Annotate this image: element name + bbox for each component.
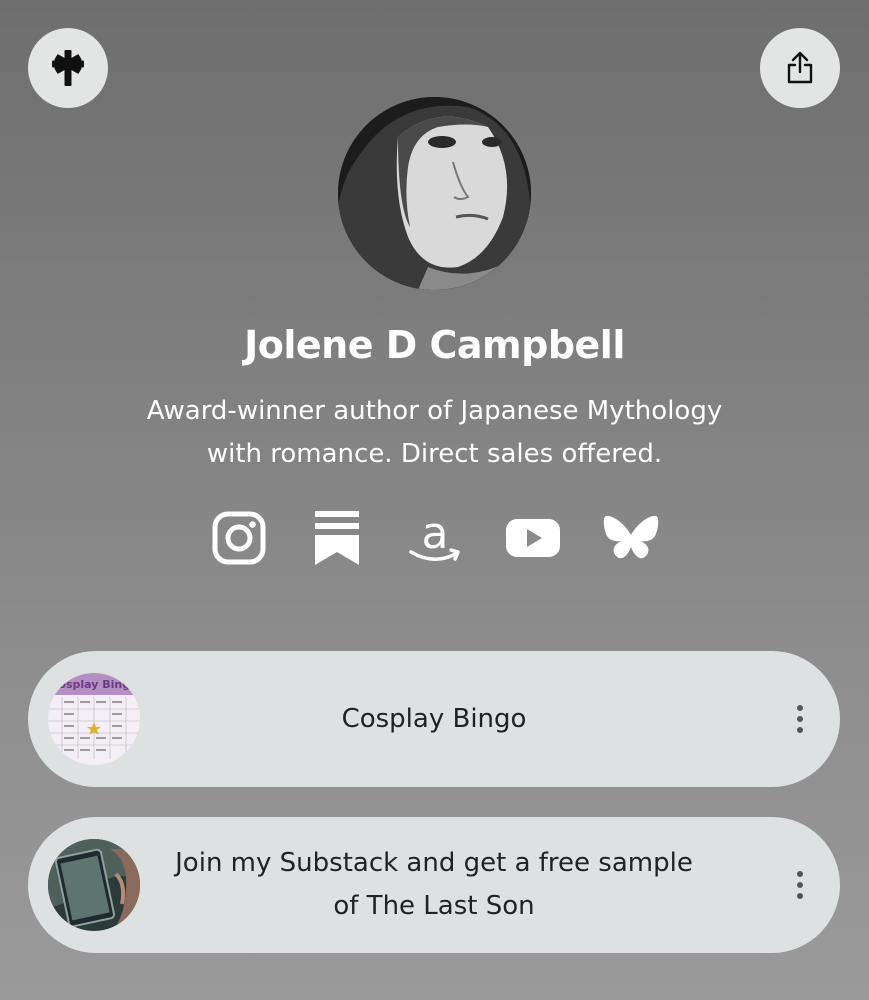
- linktree-logo-button[interactable]: [28, 28, 108, 108]
- profile-name: Jolene D Campbell: [244, 323, 625, 367]
- youtube-link[interactable]: [505, 508, 561, 568]
- link-label: Join my Substack and get a free sample o…: [158, 817, 710, 953]
- bio-line: with romance. Direct sales offered.: [206, 439, 663, 469]
- link-card-cosplay-bingo[interactable]: Cosplay Bingo Cosplay Bingo: [28, 651, 840, 787]
- link-label-line: Cosplay Bingo: [341, 703, 527, 734]
- profile-avatar: [338, 97, 531, 290]
- link-card-substack-sample[interactable]: Join my Substack and get a free sample o…: [28, 817, 840, 953]
- more-options-button[interactable]: [788, 699, 812, 739]
- substack-link[interactable]: [309, 508, 365, 568]
- more-options-button[interactable]: [788, 865, 812, 905]
- profile-bio: Award-winner author of Japanese Mytholog…: [0, 390, 869, 476]
- link-label-line: of The Last Son: [333, 891, 535, 921]
- instagram-icon: [212, 511, 265, 565]
- share-icon: [787, 51, 813, 84]
- more-dots-icon: [797, 871, 803, 877]
- bio-line: Award-winner author of Japanese Mytholog…: [146, 396, 723, 426]
- amazon-icon: a: [408, 510, 460, 561]
- link-label: Cosplay Bingo: [158, 651, 710, 787]
- thumb-title: Cosplay Bingo: [50, 678, 138, 691]
- share-button[interactable]: [760, 28, 840, 108]
- svg-text:a: a: [421, 510, 448, 559]
- more-dots-icon: [797, 705, 803, 711]
- link-label-line: Join my Substack and get a free sample: [175, 848, 693, 878]
- bluesky-link[interactable]: [603, 508, 659, 568]
- bluesky-icon: [603, 515, 658, 559]
- linktree-asterisk-icon: [52, 50, 84, 86]
- substack-icon: [314, 511, 359, 565]
- youtube-icon: [505, 519, 560, 557]
- amazon-link[interactable]: a: [407, 508, 463, 568]
- link-thumbnail: Cosplay Bingo: [48, 673, 140, 765]
- instagram-link[interactable]: [211, 508, 267, 568]
- link-thumbnail: [48, 839, 140, 931]
- social-icons: a: [0, 508, 869, 568]
